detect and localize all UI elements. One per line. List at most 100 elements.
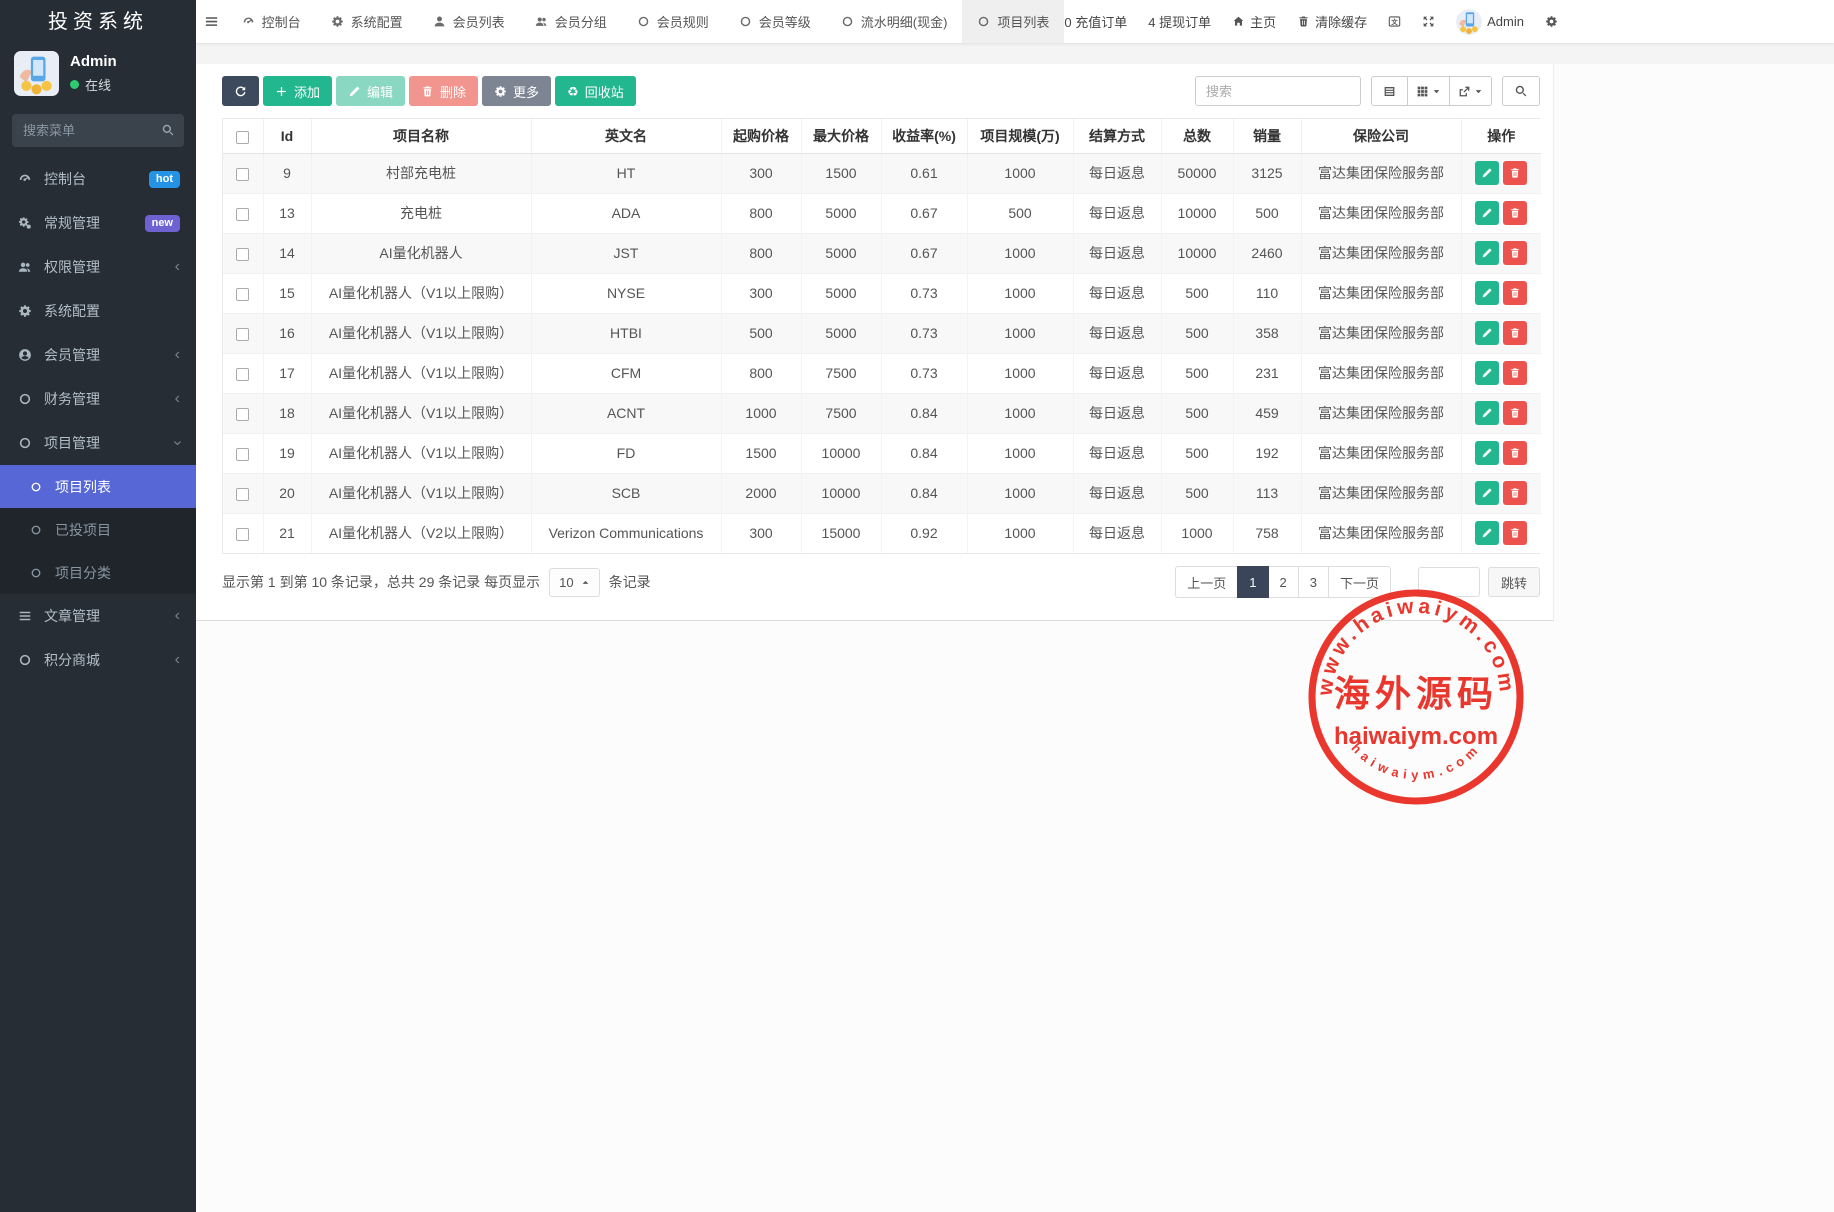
tab-系统配置[interactable]: 系统配置 (316, 0, 418, 43)
delete-row-button[interactable] (1503, 201, 1527, 225)
edit-row-button[interactable] (1475, 481, 1499, 505)
delete-button[interactable]: 删除 (409, 76, 478, 106)
delete-row-button[interactable] (1503, 401, 1527, 425)
tab-项目列表[interactable]: 项目列表 (962, 0, 1064, 43)
detail-view-button[interactable] (1371, 76, 1408, 106)
cell-en: HT (531, 153, 721, 193)
page-上一页[interactable]: 上一页 (1175, 566, 1238, 598)
tab-会员等级[interactable]: 会员等级 (724, 0, 826, 43)
header-item-gear-icon[interactable] (1545, 15, 1558, 28)
cell-insurer: 富达集团保险服务部 (1301, 233, 1461, 273)
search-button[interactable] (1502, 76, 1540, 106)
sidebar-item-常规管理[interactable]: 常规管理new (0, 201, 196, 245)
sidebar-item-权限管理[interactable]: 权限管理‹ (0, 245, 196, 289)
add-button[interactable]: 添加 (263, 76, 332, 106)
cell-total: 500 (1161, 353, 1233, 393)
recycle-button[interactable]: ♻回收站 (555, 76, 636, 106)
columns-button[interactable] (1407, 76, 1450, 106)
sidebar-item-会员管理[interactable]: 会员管理‹ (0, 333, 196, 377)
row-checkbox[interactable] (236, 488, 249, 501)
refresh-button[interactable] (222, 76, 259, 106)
edit-row-button[interactable] (1475, 241, 1499, 265)
table-search-input[interactable] (1195, 76, 1361, 106)
delete-row-button[interactable] (1503, 241, 1527, 265)
delete-row-button[interactable] (1503, 361, 1527, 385)
sidebar-subitem-项目列表[interactable]: 项目列表 (0, 465, 196, 508)
tab-会员分组[interactable]: 会员分组 (520, 0, 622, 43)
export-button[interactable] (1449, 76, 1492, 106)
sidebar-subitem-已投项目[interactable]: 已投项目 (0, 508, 196, 551)
cell-rate: 0.92 (881, 513, 967, 553)
cell-name: AI量化机器人（V1以上限购） (311, 353, 531, 393)
row-checkbox[interactable] (236, 448, 249, 461)
edit-row-button[interactable] (1475, 201, 1499, 225)
page-2[interactable]: 2 (1268, 566, 1299, 598)
page-3[interactable]: 3 (1298, 566, 1329, 598)
row-checkbox[interactable] (236, 248, 249, 261)
user-status-label: 在线 (85, 75, 111, 94)
edit-row-button[interactable] (1475, 401, 1499, 425)
sidebar-item-系统配置[interactable]: 系统配置 (0, 289, 196, 333)
circle-icon (16, 653, 33, 667)
tab-流水明细(现金)[interactable]: 流水明细(现金) (826, 0, 963, 43)
user-avatar[interactable] (14, 51, 59, 96)
row-checkbox[interactable] (236, 368, 249, 381)
edit-button[interactable]: 编辑 (336, 76, 405, 106)
header-avatar (1456, 9, 1482, 35)
row-checkbox[interactable] (236, 328, 249, 341)
record-summary: 显示第 1 到第 10 条记录，总共 29 条记录 每页显示 10 条记录 (222, 568, 651, 597)
cell-rate: 0.84 (881, 393, 967, 433)
delete-row-button[interactable] (1503, 521, 1527, 545)
sidebar-item-文章管理[interactable]: 文章管理‹ (0, 594, 196, 638)
delete-row-button[interactable] (1503, 161, 1527, 185)
row-checkbox[interactable] (236, 288, 249, 301)
edit-row-button[interactable] (1475, 521, 1499, 545)
delete-row-button[interactable] (1503, 281, 1527, 305)
edit-row-button[interactable] (1475, 321, 1499, 345)
header-item-Admin[interactable]: Admin (1456, 9, 1524, 35)
header-item-translate-icon[interactable]: 文 (1388, 15, 1401, 28)
row-checkbox[interactable] (236, 408, 249, 421)
more-button[interactable]: 更多 (482, 76, 551, 106)
edit-row-button[interactable] (1475, 161, 1499, 185)
sidebar-item-label: 积分商城 (44, 650, 100, 670)
delete-row-button[interactable] (1503, 481, 1527, 505)
users-icon (535, 15, 548, 28)
sidebar-item-财务管理[interactable]: 财务管理‹ (0, 377, 196, 421)
menu-search-input[interactable] (12, 114, 184, 147)
tab-控制台[interactable]: 控制台 (227, 0, 316, 43)
page-1[interactable]: 1 (1237, 566, 1268, 598)
edit-row-button[interactable] (1475, 441, 1499, 465)
sidebar-subitem-项目分类[interactable]: 项目分类 (0, 551, 196, 594)
row-checkbox[interactable] (236, 208, 249, 221)
cell-sales: 758 (1233, 513, 1301, 553)
tab-会员列表[interactable]: 会员列表 (418, 0, 520, 43)
header-item-4 提现订单[interactable]: 4 提现订单 (1148, 12, 1211, 31)
tab-label: 会员分组 (555, 12, 607, 31)
cell-max: 10000 (801, 433, 881, 473)
sidebar-item-积分商城[interactable]: 积分商城‹ (0, 638, 196, 682)
edit-row-button[interactable] (1475, 361, 1499, 385)
header-item-清除缓存[interactable]: 清除缓存 (1297, 12, 1367, 31)
sidebar-item-控制台[interactable]: 控制台hot (0, 157, 196, 201)
delete-row-button[interactable] (1503, 441, 1527, 465)
header-item-0 充值订单[interactable]: 0 充值订单 (1064, 12, 1127, 31)
page-size-dropdown[interactable]: 10 (549, 568, 599, 597)
select-all-checkbox[interactable] (236, 131, 249, 144)
edit-row-button[interactable] (1475, 281, 1499, 305)
view-button-group (1371, 76, 1492, 106)
sidebar-toggle-icon[interactable] (196, 0, 227, 43)
page-下一页[interactable]: 下一页 (1328, 566, 1391, 598)
cell-min: 300 (721, 273, 801, 313)
page-jump-input[interactable] (1418, 567, 1480, 597)
sidebar-item-label: 项目管理 (44, 433, 100, 453)
row-checkbox[interactable] (236, 168, 249, 181)
sidebar-item-项目管理[interactable]: 项目管理‹ (0, 421, 196, 465)
tab-会员规则[interactable]: 会员规则 (622, 0, 724, 43)
user-panel: Admin 在线 (0, 44, 196, 102)
row-checkbox[interactable] (236, 528, 249, 541)
header-item-expand-icon[interactable] (1422, 15, 1435, 28)
header-item-主页[interactable]: 主页 (1232, 12, 1276, 31)
delete-row-button[interactable] (1503, 321, 1527, 345)
page-jump-button[interactable]: 跳转 (1488, 567, 1540, 597)
